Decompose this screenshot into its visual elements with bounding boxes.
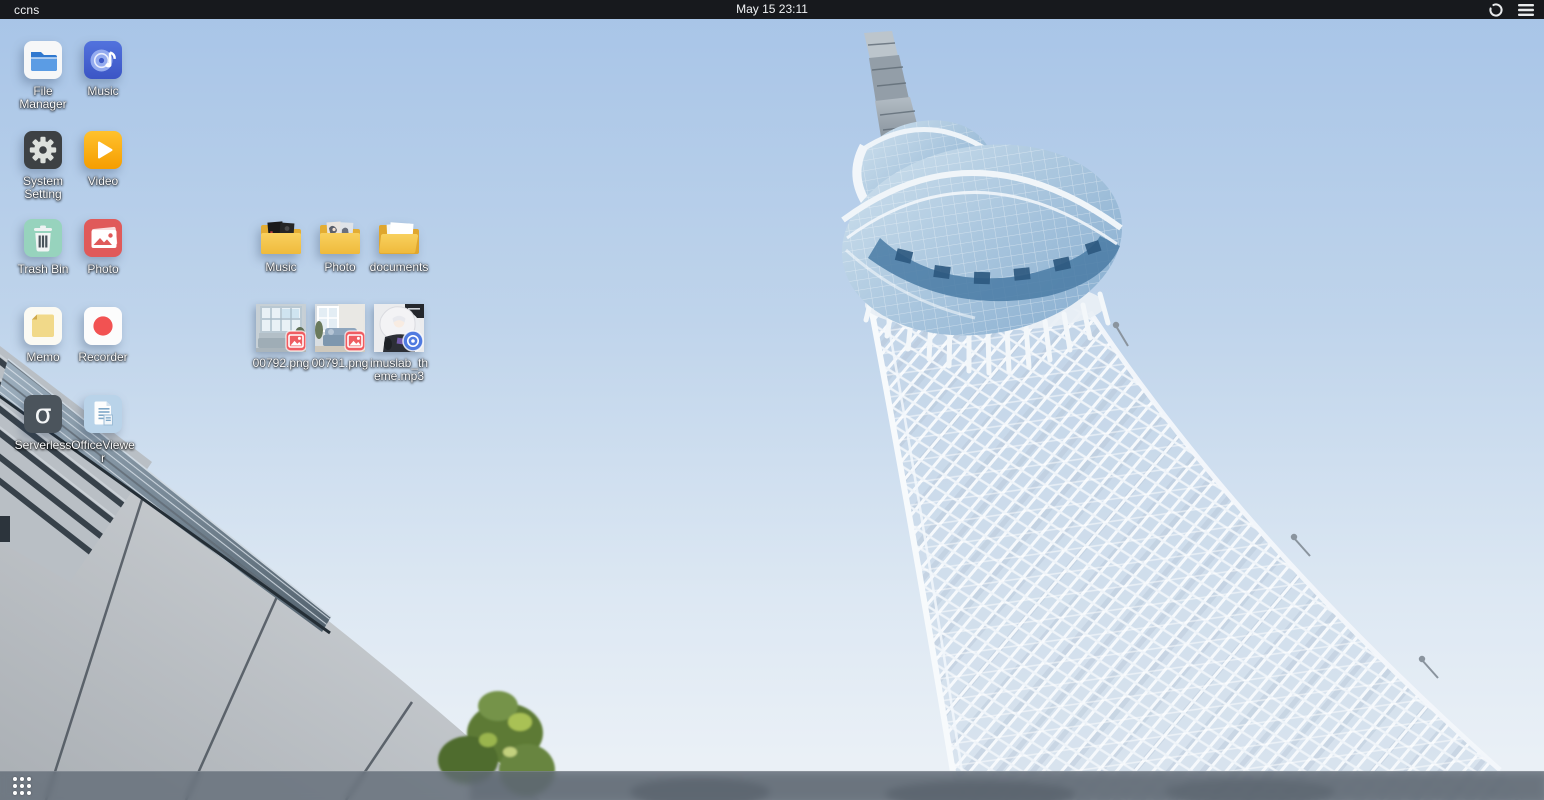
desktop-screen: ccns May 15 23:11 File Man bbox=[0, 0, 1544, 800]
icon-label: Photo bbox=[324, 261, 355, 274]
desktop-folder-music[interactable]: Music bbox=[249, 221, 313, 274]
desktop-icon-recorder[interactable]: Recorder bbox=[71, 306, 135, 364]
desktop-icon-memo[interactable]: Memo bbox=[11, 306, 75, 364]
desktop-icon-video[interactable]: Video bbox=[71, 130, 135, 188]
serverless-icon: σ bbox=[23, 394, 63, 434]
recorder-icon bbox=[83, 306, 123, 346]
desktop-file-00792-png[interactable]: 00792.png bbox=[249, 304, 313, 370]
file-manager-icon bbox=[23, 40, 63, 80]
desktop-icon-photo-app[interactable]: Photo bbox=[71, 218, 135, 276]
video-icon bbox=[83, 130, 123, 170]
photo-app-icon bbox=[83, 218, 123, 258]
top-bar-right bbox=[1486, 0, 1536, 19]
launcher-button[interactable] bbox=[11, 775, 33, 797]
audio-thumbnail-imuslab-theme bbox=[374, 304, 424, 352]
desktop-icon-music-app[interactable]: Music bbox=[71, 40, 135, 98]
taskbar bbox=[0, 771, 1544, 800]
menu-button[interactable] bbox=[1516, 0, 1536, 19]
desktop-file-imuslab-theme-mp3[interactable]: imuslab_theme.mp3 bbox=[367, 304, 431, 383]
icon-label: System Setting bbox=[11, 175, 75, 201]
hamburger-icon bbox=[1518, 3, 1534, 17]
documents-folder-icon bbox=[377, 221, 421, 256]
desktop-icon-file-manager[interactable]: File Manager bbox=[11, 40, 75, 111]
icon-label: documents bbox=[370, 261, 429, 274]
memo-icon bbox=[23, 306, 63, 346]
desktop-folder-documents[interactable]: documents bbox=[367, 221, 431, 274]
officeviewer-icon bbox=[83, 394, 123, 434]
icon-label: OfficeViewer bbox=[71, 439, 135, 465]
desktop-folder-photo[interactable]: Photo bbox=[308, 221, 372, 274]
icon-label: Music bbox=[265, 261, 296, 274]
image-thumbnail-00792 bbox=[256, 304, 306, 352]
desktop-icon-trash-bin[interactable]: Trash Bin bbox=[11, 218, 75, 276]
photo-folder-icon bbox=[318, 221, 362, 256]
desktop-icon-serverless[interactable]: σ Serverless bbox=[11, 394, 75, 452]
trash-bin-icon bbox=[23, 218, 63, 258]
ring-icon bbox=[1488, 2, 1504, 18]
system-setting-icon bbox=[23, 130, 63, 170]
icon-label: Video bbox=[88, 175, 118, 188]
session-label: ccns bbox=[0, 3, 39, 17]
desktop-icon-officeviewer[interactable]: OfficeViewer bbox=[71, 394, 135, 465]
top-bar: ccns May 15 23:11 bbox=[0, 0, 1544, 19]
icon-label: Music bbox=[87, 85, 118, 98]
icon-label: Trash Bin bbox=[18, 263, 69, 276]
image-file-badge bbox=[345, 331, 365, 351]
music-folder-icon bbox=[259, 221, 303, 256]
status-ring-button[interactable] bbox=[1486, 0, 1506, 19]
wallpaper-skytree-photo bbox=[0, 0, 1544, 800]
file-label: imuslab_theme.mp3 bbox=[367, 357, 431, 383]
audio-file-badge bbox=[403, 331, 423, 351]
image-file-badge bbox=[286, 331, 306, 351]
desktop-icon-system-setting[interactable]: System Setting bbox=[11, 130, 75, 201]
icon-label: Recorder bbox=[78, 351, 127, 364]
sigma-glyph: σ bbox=[34, 399, 51, 430]
music-app-icon bbox=[83, 40, 123, 80]
icon-label: File Manager bbox=[11, 85, 75, 111]
app-grid-icon bbox=[13, 777, 17, 781]
desktop-file-00791-png[interactable]: 00791.png bbox=[308, 304, 372, 370]
image-thumbnail-00791 bbox=[315, 304, 365, 352]
icon-label: Serverless bbox=[15, 439, 72, 452]
icon-label: Memo bbox=[26, 351, 59, 364]
clock[interactable]: May 15 23:11 bbox=[736, 2, 808, 16]
file-label: 00792.png bbox=[253, 357, 310, 370]
icon-label: Photo bbox=[87, 263, 118, 276]
file-label: 00791.png bbox=[312, 357, 369, 370]
